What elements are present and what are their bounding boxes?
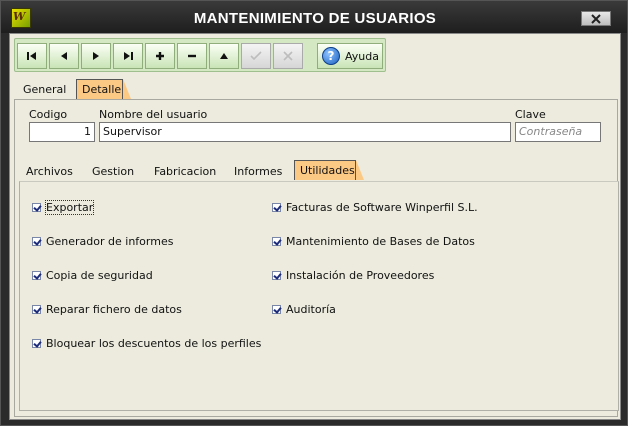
next-record-icon [93, 52, 99, 60]
window-title: MANTENIMIENTO DE USUARIOS [193, 10, 437, 27]
permission-label: Reparar fichero de datos [46, 302, 182, 316]
plus-icon [156, 52, 164, 60]
help-button[interactable]: ? Ayuda [317, 43, 383, 69]
help-icon: ? [322, 47, 340, 65]
confirm-button[interactable] [241, 43, 271, 69]
permission-checkbox-reparar[interactable]: Reparar fichero de datos [32, 302, 182, 316]
previous-record-button[interactable] [49, 43, 79, 69]
app-window: W MANTENIMIENTO DE USUARIOS ? Ayuda Gene… [0, 0, 628, 426]
last-record-icon [124, 52, 133, 60]
permission-label: Generador de informes [46, 234, 174, 248]
cancel-button[interactable] [273, 43, 303, 69]
permission-checkbox-mantenimiento[interactable]: Mantenimiento de Bases de Datos [272, 234, 475, 248]
permission-label: Facturas de Software Winperfil S.L. [286, 200, 478, 214]
checkbox-check-icon [272, 202, 281, 212]
help-button-label: Ayuda [345, 49, 379, 63]
permission-checkbox-auditoria[interactable]: Auditoría [272, 302, 336, 316]
checkbox-check-icon [272, 270, 281, 280]
checkbox-check-icon [32, 236, 41, 246]
permission-checkbox-exportar[interactable]: Exportar [32, 199, 95, 215]
toolbar: ? Ayuda [14, 38, 386, 72]
permission-label: Exportar [44, 199, 95, 215]
checkbox-check-icon [32, 338, 41, 348]
detalle-panel: Codigo 1 Nombre del usuario Supervisor C… [14, 99, 619, 417]
permission-checkbox-facturas[interactable]: Facturas de Software Winperfil S.L. [272, 200, 478, 214]
next-record-button[interactable] [81, 43, 111, 69]
last-record-button[interactable] [113, 43, 143, 69]
triangle-up-icon [220, 53, 228, 59]
codigo-label: Codigo [29, 108, 68, 121]
tab-fabricacion[interactable]: Fabricacion [149, 162, 221, 182]
codigo-field[interactable]: 1 [29, 122, 95, 142]
permission-checkbox-bloquear[interactable]: Bloquear los descuentos de los perfiles [32, 336, 261, 350]
first-record-icon [27, 52, 36, 60]
tab-archivos[interactable]: Archivos [21, 162, 78, 182]
tab-general[interactable]: General [18, 80, 71, 100]
nombre-label: Nombre del usuario [99, 108, 208, 121]
tab-gestion[interactable]: Gestion [87, 162, 139, 182]
delete-record-button[interactable] [177, 43, 207, 69]
permission-checkbox-generador[interactable]: Generador de informes [32, 234, 173, 248]
checkbox-check-icon [272, 304, 281, 314]
x-icon [283, 51, 293, 61]
title-bar[interactable]: W MANTENIMIENTO DE USUARIOS [1, 1, 627, 33]
clave-label: Clave [515, 108, 546, 121]
clave-field[interactable]: Contraseña [515, 122, 601, 142]
permission-label: Mantenimiento de Bases de Datos [286, 234, 475, 248]
checkbox-check-icon [32, 270, 41, 280]
previous-record-icon [61, 52, 67, 60]
permission-checkbox-instalacion[interactable]: Instalación de Proveedores [272, 268, 434, 282]
edit-record-button[interactable] [209, 43, 239, 69]
close-icon [591, 13, 601, 24]
permission-label: Instalación de Proveedores [286, 268, 435, 282]
checkbox-check-icon [32, 202, 41, 212]
add-record-button[interactable] [145, 43, 175, 69]
minus-icon [188, 54, 196, 58]
first-record-button[interactable] [17, 43, 47, 69]
permission-checkbox-copia[interactable]: Copia de seguridad [32, 268, 153, 282]
nombre-field[interactable]: Supervisor [99, 122, 511, 142]
tab-detalle[interactable]: Detalle [76, 79, 131, 99]
utilidades-panel: Exportar Generador de informes Copia de … [19, 181, 619, 411]
permission-label: Bloquear los descuentos de los perfiles [46, 336, 262, 350]
checkbox-check-icon [272, 236, 281, 246]
permission-label: Copia de seguridad [46, 268, 153, 282]
check-icon [250, 51, 262, 61]
permission-label: Auditoría [286, 302, 336, 316]
checkbox-check-icon [32, 304, 41, 314]
client-area: ? Ayuda General Detalle Codigo 1 Nombre … [9, 33, 621, 420]
tab-informes[interactable]: Informes [229, 162, 287, 182]
tab-utilidades[interactable]: Utilidades [294, 160, 364, 180]
close-button[interactable] [581, 11, 611, 26]
